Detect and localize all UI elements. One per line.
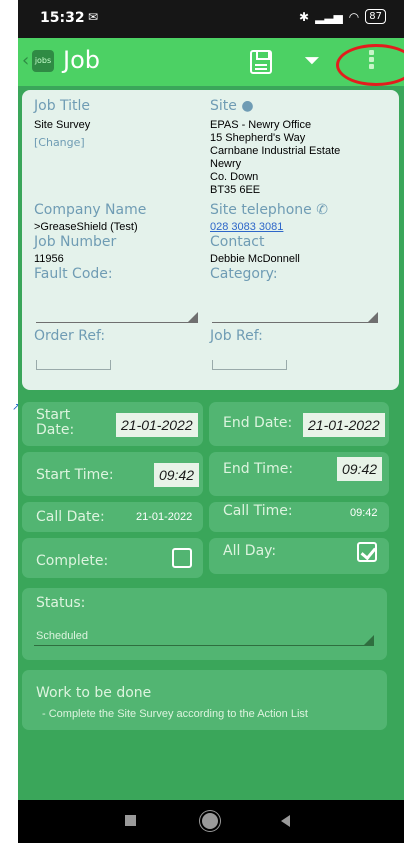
fault-code-dropdown[interactable] (36, 322, 198, 323)
start-date-label: Start Date: (36, 407, 75, 438)
site-address-line: 15 Shepherd's Way (210, 132, 306, 144)
contact-value: Debbie McDonnell (210, 253, 300, 265)
company-name-label: Company Name (34, 202, 147, 218)
site-telephone-label: Site telephone ✆ (210, 202, 328, 218)
status-field[interactable]: Status: Scheduled (22, 588, 387, 660)
status-bar: 15:32 ✉ ✱ ▂▃▅ ◠ 87 (18, 0, 404, 38)
site-address-line: BT35 6EE (210, 184, 261, 196)
bluetooth-icon: ✱ (299, 9, 310, 24)
all-day-label: All Day: (223, 543, 277, 559)
filter-icon[interactable]: ⏷ (304, 48, 320, 72)
location-pin-icon: ● (241, 98, 254, 114)
app-logo: jobs (32, 50, 54, 72)
status-label: Status: (36, 595, 86, 611)
site-address: EPAS - Newry Office 15 Shepherd's Way Ca… (210, 119, 340, 197)
complete-checkbox[interactable] (172, 548, 192, 568)
change-link[interactable]: [Change] (34, 136, 85, 149)
call-date-field: Call Date: 21-01-2022 (22, 502, 203, 532)
all-day-checkbox[interactable] (357, 542, 377, 562)
order-ref-input[interactable] (36, 360, 111, 370)
site-address-line: Carnbane Industrial Estate (210, 145, 341, 157)
site-address-line: Co. Down (210, 171, 259, 183)
dropdown-arrow-icon (368, 312, 378, 322)
home-icon[interactable] (202, 813, 218, 829)
status-value: Scheduled (36, 630, 88, 642)
call-time-field: Call Time: 09:42 (209, 502, 389, 532)
complete-field[interactable]: Complete: (22, 538, 203, 578)
end-time-field[interactable]: End Time: 09:42 (209, 452, 389, 496)
job-number-label: Job Number (34, 234, 117, 250)
start-time-value[interactable]: 09:42 (154, 463, 200, 487)
call-time-label: Call Time: (223, 503, 293, 519)
company-name-value: >GreaseShield (Test) (34, 221, 138, 233)
call-date-value: 21-01-2022 (136, 511, 193, 523)
site-address-line: Newry (210, 158, 242, 170)
job-ref-label: Job Ref: (210, 328, 263, 344)
wifi-icon: ◠ (348, 9, 360, 24)
category-label: Category: (210, 266, 278, 282)
site-address-line: EPAS - Newry Office (210, 119, 312, 131)
all-day-field[interactable]: All Day: (209, 538, 389, 574)
dropdown-arrow-icon (364, 635, 374, 645)
signal-icon: ▂▃▅ (315, 9, 343, 24)
end-time-value[interactable]: 09:42 (337, 457, 383, 481)
page-title: Job (63, 46, 100, 74)
navigation-bar (18, 800, 404, 843)
end-date-value[interactable]: 21-01-2022 (303, 413, 385, 437)
status-icons: ✱ ▂▃▅ ◠ 87 (299, 9, 386, 24)
job-ref-input[interactable] (212, 360, 287, 370)
contact-label: Contact (210, 234, 265, 250)
end-time-label: End Time: (223, 461, 294, 477)
job-title-label: Job Title (34, 98, 91, 114)
battery-icon: 87 (365, 9, 386, 24)
job-details-card: Job Title Site Survey [Change] Site ● EP… (22, 90, 399, 390)
start-time-field[interactable]: Start Time: 09:42 (22, 452, 203, 496)
start-date-field[interactable]: Start Date: 21-01-2022 (22, 402, 203, 446)
site-label: Site ● (210, 98, 254, 114)
end-date-label: End Date: (223, 415, 293, 431)
back-chevron-icon[interactable]: ‹ (22, 50, 29, 71)
notification-icon: ✉ (88, 10, 99, 24)
status-time: 15:32 (40, 10, 85, 26)
back-icon[interactable] (281, 815, 290, 827)
work-to-be-done-field[interactable]: Work to be done - Complete the Site Surv… (22, 670, 387, 730)
phone-screen: 15:32 ✉ ✱ ▂▃▅ ◠ 87 ‹ jobs Job ⏷ Job Titl… (18, 0, 404, 843)
fault-code-label: Fault Code: (34, 266, 113, 282)
site-telephone-link[interactable]: 028 3083 3081 (210, 221, 283, 234)
dropdown-arrow-icon (188, 312, 198, 322)
order-ref-label: Order Ref: (34, 328, 106, 344)
save-icon[interactable] (250, 50, 272, 74)
work-to-be-done-label: Work to be done (36, 685, 152, 701)
start-time-label: Start Time: (36, 467, 114, 483)
work-to-be-done-value: - Complete the Site Survey according to … (42, 708, 308, 720)
category-dropdown[interactable] (212, 322, 378, 323)
start-date-value[interactable]: 21-01-2022 (116, 413, 198, 437)
phone-icon: ✆ (316, 202, 328, 218)
job-title-value: Site Survey (34, 119, 91, 131)
job-number-value: 11956 (34, 253, 64, 265)
call-time-value: 09:42 (350, 507, 378, 519)
end-date-field[interactable]: End Date: 21-01-2022 (209, 402, 389, 446)
status-dropdown-line (34, 645, 374, 646)
recent-apps-icon[interactable] (125, 815, 136, 826)
complete-label: Complete: (36, 553, 109, 569)
call-date-label: Call Date: (36, 509, 105, 525)
